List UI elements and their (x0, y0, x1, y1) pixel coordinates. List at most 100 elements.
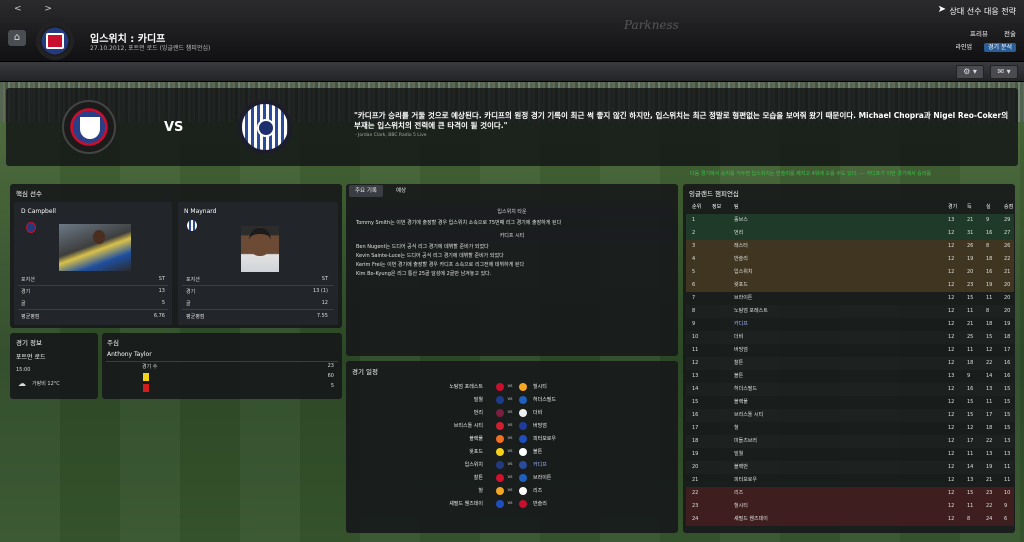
menu-tactics[interactable]: 전술 (1004, 30, 1016, 38)
fixture-row[interactable]: 찰튼 vs 브라이튼 (350, 472, 676, 484)
fixture-home-team[interactable]: 헐 (478, 485, 483, 497)
table-row[interactable]: 16 브리스톨 시티 12 15 17 15 (686, 409, 1014, 422)
fixture-home-team[interactable]: 블랙풀 (469, 433, 483, 445)
fixture-away-team[interactable]: 허더스필드 (533, 394, 556, 406)
fixture-home-team[interactable]: 번리 (474, 407, 483, 419)
fixture-row[interactable]: 입스위치 vs 카디프 (350, 459, 676, 471)
row-team[interactable]: 미들즈브러 (734, 435, 757, 448)
table-row[interactable]: 2 번리 12 31 16 27 (686, 227, 1014, 240)
table-row[interactable]: 22 리즈 12 15 23 10 (686, 487, 1014, 500)
fixture-row[interactable]: 브리스톨 시티 vs 버밍엄 (350, 420, 676, 432)
row-team[interactable]: 허더스필드 (734, 383, 757, 396)
fixture-home-team[interactable]: 셰필드 웬즈데이 (449, 498, 483, 510)
fixture-home-team[interactable]: 밀월 (474, 394, 483, 406)
table-row[interactable]: 6 왓포드 12 23 19 20 (686, 279, 1014, 292)
fixture-row[interactable]: 밀월 vs 허더스필드 (350, 394, 676, 406)
table-row[interactable]: 1 홀브스 13 21 9 29 (686, 214, 1014, 227)
row-team[interactable]: 찰튼 (734, 357, 743, 370)
col-pos[interactable]: 순위 (692, 201, 701, 214)
fixture-away-team[interactable]: 피터보로우 (533, 433, 556, 445)
fixture-home-team[interactable]: 입스위치 (465, 459, 483, 471)
menu-preview[interactable]: 프리뷰 (970, 30, 988, 38)
row-team[interactable]: 헐 (734, 422, 739, 435)
row-team[interactable]: 밀월 (734, 448, 743, 461)
row-team[interactable]: 버밍엄 (734, 344, 748, 357)
fixture-row[interactable]: 노팅엄 포레스트 vs 헐시티 (350, 381, 676, 393)
table-row[interactable]: 19 밀월 12 11 13 13 (686, 448, 1014, 461)
row-team[interactable]: 더비 (734, 331, 743, 344)
forward-button[interactable]: > (44, 4, 62, 14)
col-for[interactable]: 득 (967, 201, 972, 214)
fixture-row[interactable]: 셰필드 웬즈데이 vs 반슬리 (350, 498, 676, 510)
row-team[interactable]: 레스터 (734, 240, 748, 253)
venue-name[interactable]: 포트먼 로드 (16, 352, 46, 361)
col-against[interactable]: 실 (986, 201, 991, 214)
player-name[interactable]: D Campbell (21, 208, 56, 215)
fixture-away-team[interactable]: 브라이튼 (533, 472, 551, 484)
table-row[interactable]: 14 허더스필드 12 16 13 15 (686, 383, 1014, 396)
comment-icon[interactable]: ✉ ▾ (990, 65, 1018, 79)
table-row[interactable]: 9 카디프 12 21 18 19 (686, 318, 1014, 331)
tab-predictions[interactable]: 예상 (390, 185, 412, 197)
col-info[interactable]: 정보 (712, 201, 721, 214)
fixture-away-team[interactable]: 볼튼 (533, 446, 542, 458)
table-row[interactable]: 12 찰튼 12 18 22 16 (686, 357, 1014, 370)
fixture-away-team[interactable]: 더비 (533, 407, 542, 419)
fixture-row[interactable]: 왓포드 vs 볼튼 (350, 446, 676, 458)
table-row[interactable]: 3 레스터 12 26 8 26 (686, 240, 1014, 253)
table-row[interactable]: 24 셰필드 웬즈데이 12 8 24 6 (686, 513, 1014, 526)
row-team[interactable]: 볼튼 (734, 370, 743, 383)
fixture-away-team[interactable]: 반슬리 (533, 498, 547, 510)
row-team[interactable]: 반슬리 (734, 253, 748, 266)
settings-gear-icon[interactable]: ⚙ ▾ (956, 65, 984, 79)
row-team[interactable]: 헐시티 (734, 500, 748, 513)
table-row[interactable]: 5 입스위치 12 20 16 21 (686, 266, 1014, 279)
fixture-away-team[interactable]: 헐시티 (533, 381, 547, 393)
row-team[interactable]: 피터보로우 (734, 474, 757, 487)
table-row[interactable]: 23 헐시티 12 11 22 9 (686, 500, 1014, 513)
fixture-away-team[interactable]: 리즈 (533, 485, 542, 497)
menu-lineup[interactable]: 라인업 (952, 43, 977, 52)
row-team[interactable]: 입스위치 (734, 266, 752, 279)
row-team[interactable]: 왓포드 (734, 279, 748, 292)
table-row[interactable]: 18 미들즈브러 12 17 22 13 (686, 435, 1014, 448)
fixture-home-team[interactable]: 왓포드 (469, 446, 483, 458)
table-row[interactable]: 17 헐 12 12 18 15 (686, 422, 1014, 435)
opposition-instructions-link[interactable]: 상대 선수 대응 전략 (949, 6, 1016, 17)
table-row[interactable]: 8 노팅엄 포레스트 12 11 8 20 (686, 305, 1014, 318)
row-team[interactable]: 셰필드 웬즈데이 (734, 513, 768, 526)
fixture-home-team[interactable]: 브리스톨 시티 (454, 420, 483, 432)
fixture-home-team[interactable]: 노팅엄 포레스트 (449, 381, 483, 393)
home-icon[interactable]: ⌂ (8, 30, 26, 46)
col-played[interactable]: 경기 (948, 201, 957, 214)
tab-key-facts[interactable]: 주요 기록 (349, 185, 383, 197)
row-team[interactable]: 번리 (734, 227, 743, 240)
referee-name[interactable]: Anthony Taylor (107, 351, 152, 358)
col-points[interactable]: 승점 (1004, 201, 1013, 214)
table-row[interactable]: 15 블랙풀 12 15 11 15 (686, 396, 1014, 409)
fixture-row[interactable]: 번리 vs 더비 (350, 407, 676, 419)
fixture-away-team[interactable]: 버밍엄 (533, 420, 547, 432)
fixture-row[interactable]: 블랙풀 vs 피터보로우 (350, 433, 676, 445)
table-row[interactable]: 10 더비 12 25 15 18 (686, 331, 1014, 344)
table-row[interactable]: 11 버밍엄 12 11 12 17 (686, 344, 1014, 357)
table-row[interactable]: 4 반슬리 12 19 18 22 (686, 253, 1014, 266)
row-team[interactable]: 홀브스 (734, 214, 748, 227)
ipswich-crest-icon[interactable] (62, 100, 116, 154)
fixture-away-team[interactable]: 카디프 (533, 459, 547, 471)
row-team[interactable]: 노팅엄 포레스트 (734, 305, 768, 318)
back-button[interactable]: < (14, 4, 32, 14)
row-team[interactable]: 블랙번 (734, 461, 748, 474)
table-row[interactable]: 7 브라이튼 12 15 11 20 (686, 292, 1014, 305)
row-team[interactable]: 리즈 (734, 487, 743, 500)
row-team[interactable]: 블랙풀 (734, 396, 748, 409)
fixture-row[interactable]: 헐 vs 리즈 (350, 485, 676, 497)
cardiff-crest-icon[interactable] (238, 100, 292, 154)
player-name[interactable]: N Maynard (184, 208, 216, 215)
row-team[interactable]: 브리스톨 시티 (734, 409, 763, 422)
table-row[interactable]: 21 피터보로우 12 13 21 11 (686, 474, 1014, 487)
row-team[interactable]: 카디프 (734, 318, 748, 331)
row-team[interactable]: 브라이튼 (734, 292, 752, 305)
table-row[interactable]: 20 블랙번 12 14 19 11 (686, 461, 1014, 474)
table-row[interactable]: 13 볼튼 13 9 14 16 (686, 370, 1014, 383)
